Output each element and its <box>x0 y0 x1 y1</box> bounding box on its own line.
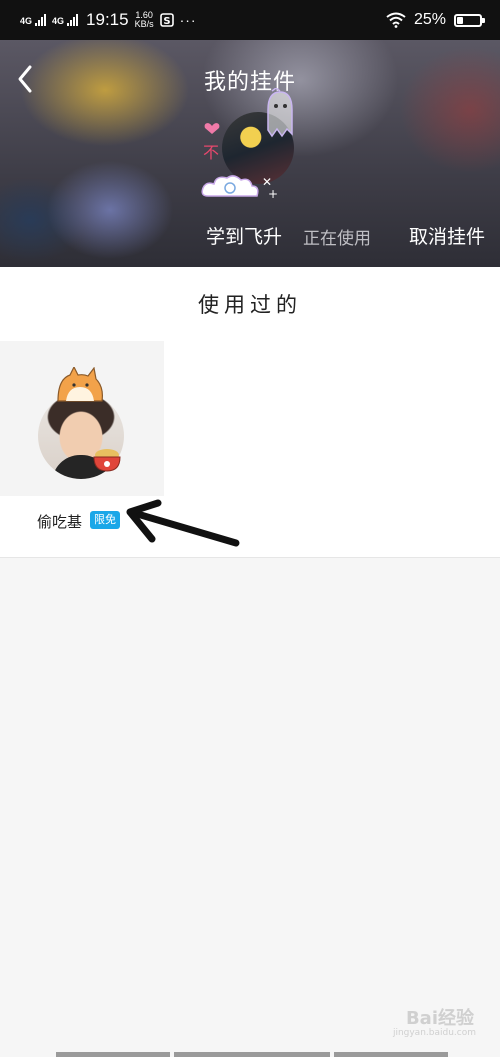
current-pendant-preview: 不 ✕ + <box>200 88 300 200</box>
watermark-url: jingyan.baidu.com <box>392 1028 476 1038</box>
bottom-line <box>334 1052 448 1057</box>
svg-text:不: 不 <box>203 143 219 162</box>
section-title: 使用过的 <box>198 293 302 317</box>
annotation-arrow-icon <box>126 499 240 547</box>
battery-fill <box>457 16 463 24</box>
used-pendants-section: 使用过的 偷吃基 限免 <box>0 267 500 558</box>
signal-indicator-1: 4G <box>20 14 47 26</box>
network-speed: 1.60 KB/s <box>135 11 154 29</box>
pendant-header: 我的挂件 不 ✕ + 学到飞升 正在使用 取消挂件 <box>0 40 500 267</box>
network-type-label: 4G <box>20 16 33 26</box>
signal-indicator-2: 4G <box>52 14 79 26</box>
cancel-pendant-button[interactable]: 取消挂件 <box>409 222 485 249</box>
network-type-label: 4G <box>52 16 65 26</box>
svg-text:+: + <box>268 187 278 200</box>
heart-stickers-icon: 不 <box>203 123 220 162</box>
signal-bars-icon <box>67 14 79 26</box>
status-bar-right: 25% <box>386 11 485 29</box>
notification-app-icon: S <box>159 13 174 27</box>
bottom-line <box>56 1052 170 1057</box>
ghost-sticker-icon <box>267 88 293 138</box>
pendant-card[interactable] <box>0 341 164 496</box>
status-bar-left: 4G 4G 19:15 1.60 KB/s S ··· <box>20 10 197 30</box>
wifi-icon <box>386 12 406 28</box>
bottom-line <box>174 1052 330 1057</box>
baidu-jingyan-watermark: Bai经验 <box>405 1008 474 1029</box>
battery-percentage: 25% <box>413 11 446 28</box>
limited-free-badge: 限免 <box>90 511 120 529</box>
clock: 19:15 <box>86 10 129 29</box>
shiba-dog-sticker-icon <box>57 367 103 402</box>
battery-icon <box>454 13 485 27</box>
current-pendant-status: 正在使用 <box>303 229 371 249</box>
svg-text:S: S <box>163 16 170 27</box>
speed-unit: KB/s <box>134 19 154 29</box>
more-notifications-icon: ··· <box>179 12 197 28</box>
signal-bars-icon <box>35 14 47 26</box>
status-bar: 4G 4G 19:15 1.60 KB/s S ··· 25% <box>0 0 500 40</box>
pendant-name: 偷吃基 <box>37 513 83 531</box>
bottom-tab-indicators <box>56 1052 448 1057</box>
food-bowl-sticker-icon <box>93 449 121 472</box>
cloud-sticker-icon: ✕ + <box>201 175 278 200</box>
current-pendant-name: 学到飞升 <box>206 226 283 248</box>
